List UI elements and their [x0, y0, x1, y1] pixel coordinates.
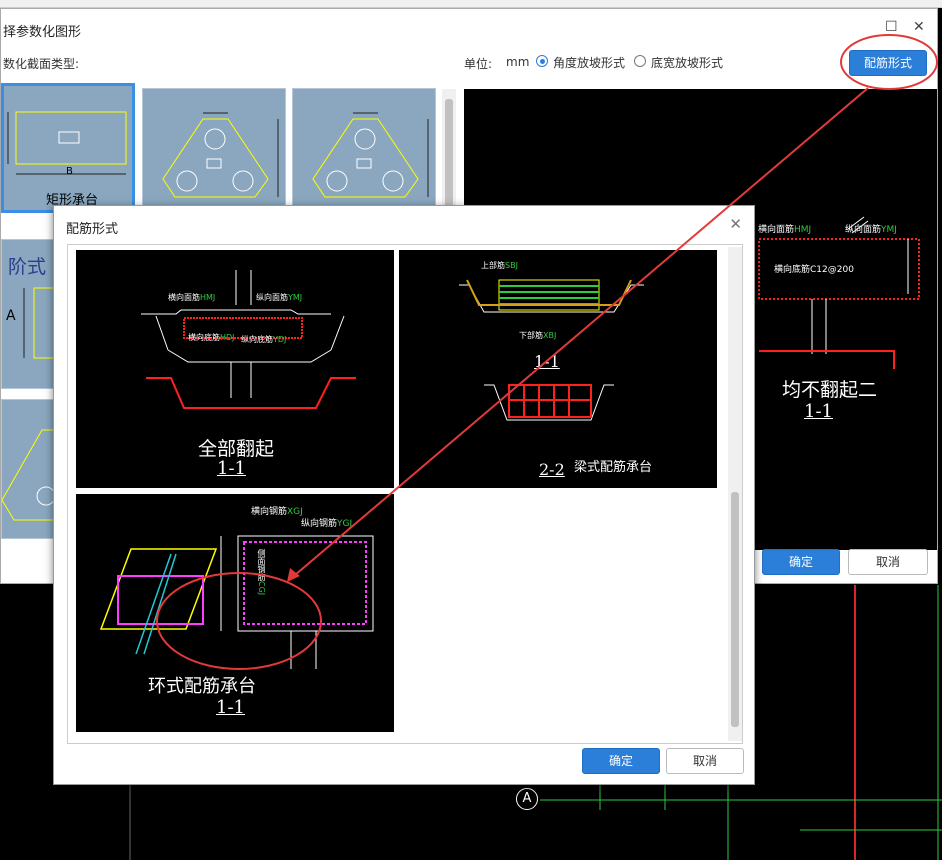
tile3-label-zong: 纵向钢筋YGJ [301, 519, 353, 529]
unit-label: 单位: [464, 57, 493, 71]
tile2-label-shang: 上部筋SBJ [481, 261, 518, 270]
maximize-icon[interactable]: ☐ [885, 19, 898, 35]
tile3-label-heng: 横向钢筋XGJ [251, 507, 303, 517]
radio-width-slope-label[interactable]: 底宽放坡形式 [651, 54, 723, 71]
tile3-caption: 环式配筋承台 [148, 676, 256, 697]
thumb-scrollbar-thumb[interactable] [445, 99, 453, 209]
axis-marker: A [516, 788, 538, 810]
close-icon[interactable]: ✕ [913, 19, 925, 35]
tile2-caption: 梁式配筋承台 [574, 460, 653, 475]
main-cancel-button[interactable]: 取消 [848, 549, 928, 575]
option-tile-ring-type[interactable]: 横向钢筋XGJ 纵向钢筋YGJ 侧面钢筋CGJ 环式配筋承台 1-1 [76, 494, 394, 732]
tile2-section-bottom: 2-2 [539, 460, 565, 479]
preview-label-zong: 纵向面筋YMJ [845, 225, 897, 235]
preview-caption: 均不翻起二 [782, 379, 878, 401]
thumb-rect-cap[interactable]: B 矩形承台 [1, 83, 135, 213]
preview-section: 1-1 [804, 401, 833, 422]
rebar-options-panel: 横向面筋HMJ 纵向面筋YMJ 横向底筋HDJ 纵向底筋YDJ 全部翻起 1-1 [67, 244, 743, 744]
section-type-label: 数化截面类型: [3, 57, 80, 71]
dialog-title: 择参数化图形 [3, 25, 82, 40]
thumb-dim-b: B [66, 166, 73, 177]
rebar-form-button[interactable]: 配筋形式 [849, 50, 927, 76]
option-tile-beam-type[interactable]: 上部筋SBJ 下部筋XBJ 1-1 2-2 梁式配筋承台 [399, 250, 717, 488]
rebar-cancel-button[interactable]: 取消 [666, 748, 744, 774]
close-icon[interactable]: ✕ [729, 215, 742, 233]
tile3-section: 1-1 [216, 697, 245, 718]
main-ok-button[interactable]: 确定 [762, 549, 840, 575]
tile1-label-heng-mian: 横向面筋HMJ [168, 293, 216, 302]
tile2-section-top: 1-1 [534, 352, 560, 371]
preview-label-heng: 横向面筋HMJ [758, 225, 812, 235]
tile1-label-zong-di: 纵向底筋YDJ [241, 335, 287, 344]
rebar-panel-scrollbar-thumb[interactable] [731, 492, 739, 727]
tile1-label-heng-di: 横向底筋HDJ [188, 333, 235, 342]
thumb-triangle-cap-1[interactable] [142, 88, 286, 214]
option-tile-all-bent[interactable]: 横向面筋HMJ 纵向面筋YMJ 横向底筋HDJ 纵向底筋YDJ 全部翻起 1-1 [76, 250, 394, 488]
radio-angle-slope[interactable] [536, 55, 548, 67]
rebar-dialog-title: 配筋形式 [66, 222, 119, 237]
thumb-triangle-cap-3[interactable] [1, 399, 57, 539]
tile1-caption: 全部翻起 [198, 438, 275, 460]
tile2-label-xia: 下部筋XBJ [519, 331, 557, 340]
top-toolbar-strip [0, 0, 942, 8]
thumb-triangle-cap-2[interactable] [292, 88, 436, 214]
preview-label-heng-di: 横向底筋C12@200 [774, 265, 854, 275]
tile1-section: 1-1 [217, 458, 246, 479]
rebar-ok-button[interactable]: 确定 [582, 748, 660, 774]
thumb-step-cap[interactable]: 阶式 A [1, 239, 57, 389]
axis-label: A [522, 791, 532, 806]
rebar-panel-scrollbar[interactable] [728, 247, 742, 741]
radio-width-slope[interactable] [634, 55, 646, 67]
tile1-label-zong-mian: 纵向面筋YMJ [256, 293, 303, 302]
unit-value: mm [506, 55, 530, 69]
rebar-form-dialog: 配筋形式 ✕ 横向面筋HMJ 纵向面筋YMJ 横向底筋HDJ 纵向底筋YDJ 全… [53, 205, 755, 785]
tile3-label-ce: 侧面钢筋CGJ [257, 549, 266, 596]
radio-angle-slope-label[interactable]: 角度放坡形式 [553, 54, 625, 71]
